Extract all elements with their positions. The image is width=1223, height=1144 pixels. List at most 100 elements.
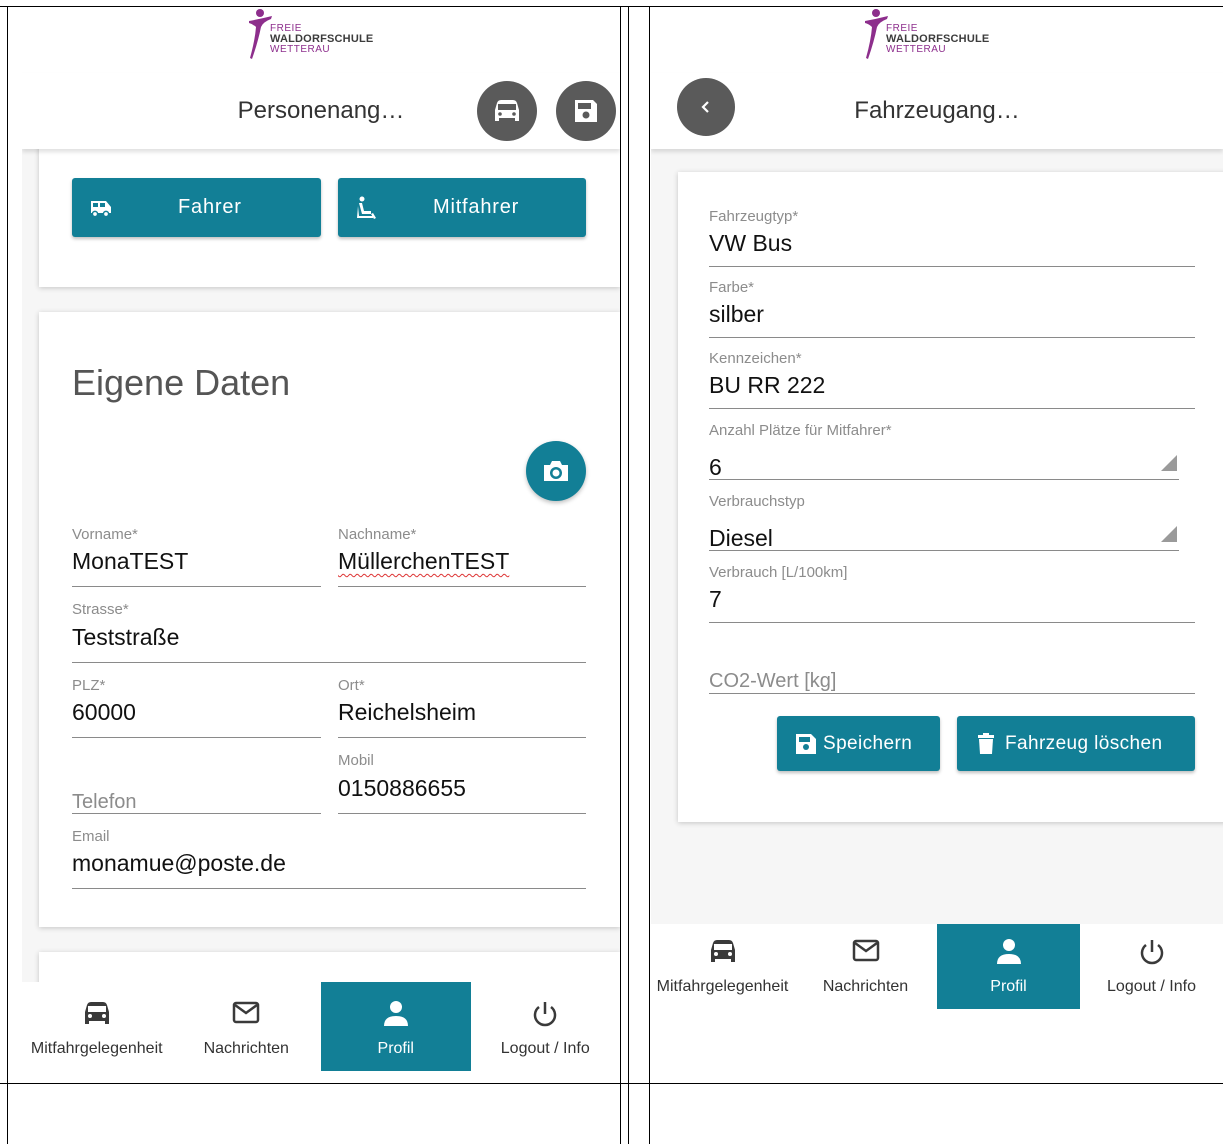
chevron-left-icon <box>701 101 709 113</box>
car-icon <box>710 940 735 962</box>
city-field[interactable]: Ort* Reichelsheim <box>338 674 586 738</box>
nav-item-rides[interactable]: Mitfahrgelegenheit <box>22 982 172 1083</box>
table-border-middle <box>0 1083 1223 1084</box>
delete-vehicle-button[interactable]: Fahrzeug löschen <box>957 716 1195 771</box>
save-round-button[interactable] <box>556 81 616 141</box>
street-value: Teststraße <box>72 624 180 650</box>
dropdown-triangle-icon <box>1161 526 1177 542</box>
nav-item-rides[interactable]: Mitfahrgelegenheit <box>651 924 794 1009</box>
app-bar: Personenang… <box>22 73 620 149</box>
color-field[interactable]: Farbe* silber <box>709 277 1195 338</box>
vehicle-type-label: Fahrzeugtyp* <box>709 208 799 225</box>
nav-item-logout[interactable]: Logout / Info <box>471 982 621 1083</box>
driver-button[interactable]: Fahrer <box>72 178 321 237</box>
fuel-type-select[interactable]: Verbrauchstyp Diesel <box>709 491 1179 551</box>
car-icon <box>84 1002 109 1024</box>
license-plate-label: Kennzeichen* <box>709 350 802 367</box>
phone-placeholder: Telefon <box>72 791 137 813</box>
email-label: Email <box>72 828 110 845</box>
color-value: silber <box>709 301 764 327</box>
mobile-field[interactable]: Mobil 0150886655 <box>338 749 586 814</box>
zip-field[interactable]: PLZ* 60000 <box>72 674 321 738</box>
city-value: Reichelsheim <box>338 699 477 725</box>
trash-icon <box>978 732 994 754</box>
person-icon <box>383 1001 408 1026</box>
color-label: Farbe* <box>709 279 755 296</box>
vehicle-type-value: VW Bus <box>709 230 793 256</box>
save-button[interactable]: Speichern <box>777 716 940 771</box>
nav-label-profile: Profil <box>990 978 1027 995</box>
passenger-button-label: Mitfahrer <box>433 196 520 218</box>
nav-label-profile: Profil <box>377 1040 414 1057</box>
dropdown-triangle-icon <box>1161 455 1177 471</box>
consumption-value: 7 <box>709 586 722 612</box>
person-icon <box>996 939 1021 964</box>
delete-vehicle-button-label: Fahrzeug löschen <box>1005 732 1163 754</box>
vehicle-button[interactable] <box>477 81 537 141</box>
photo-button[interactable] <box>526 441 586 501</box>
screen-person-profile: FREIE WALDORFSCHULE WETTERAU Personenang… <box>22 7 620 1083</box>
power-icon <box>1140 940 1163 965</box>
passenger-button[interactable]: Mitfahrer <box>338 178 586 237</box>
fuel-type-label: Verbrauchstyp <box>709 493 805 510</box>
last-name-label: Nachname* <box>338 526 417 543</box>
school-logo: FREIE WALDORFSCHULE WETTERAU <box>22 7 620 73</box>
city-label: Ort* <box>338 677 365 694</box>
consumption-label: Verbrauch [L/100km] <box>709 564 848 581</box>
table-border-col1 <box>620 6 621 1144</box>
consumption-field[interactable]: Verbrauch [L/100km] 7 <box>709 562 1195 623</box>
nav-label-messages: Nachrichten <box>203 1040 289 1057</box>
mail-icon <box>233 1001 260 1024</box>
nav-label-rides: Mitfahrgelegenheit <box>30 1040 163 1057</box>
bottom-nav: Mitfahrgelegenheit Nachrichten Profil Lo… <box>651 924 1223 1083</box>
first-name-value: MonaTEST <box>72 548 189 574</box>
page-title: Personenang… <box>237 97 405 124</box>
bottom-nav: Mitfahrgelegenheit Nachrichten Profil Lo… <box>22 982 620 1083</box>
nav-item-profile[interactable]: Profil <box>937 924 1080 1009</box>
vehicle-type-field[interactable]: Fahrzeugtyp* VW Bus <box>709 206 1195 267</box>
license-plate-value: BU RR 222 <box>709 372 826 398</box>
last-name-value: MüllerchenTEST <box>338 548 510 574</box>
mobile-label: Mobil <box>338 752 374 769</box>
email-value: monamue@poste.de <box>72 850 286 876</box>
mobile-value: 0150886655 <box>338 775 466 801</box>
co2-field[interactable]: CO2-Wert [kg] <box>709 637 1195 694</box>
camera-icon <box>544 461 568 481</box>
page-title: Fahrzeugang… <box>854 97 1020 124</box>
logo-text-wetterau: WETTERAU <box>270 44 331 55</box>
nav-label-rides: Mitfahrgelegenheit <box>656 978 789 995</box>
nav-item-logout[interactable]: Logout / Info <box>1080 924 1223 1009</box>
last-name-field[interactable]: Nachname* MüllerchenTEST <box>338 523 586 587</box>
floppy-disk-icon <box>796 733 816 754</box>
school-logo: FREIE WALDORFSCHULE WETTERAU <box>651 7 1223 73</box>
nav-item-messages[interactable]: Nachrichten <box>794 924 937 1009</box>
seats-value: 6 <box>709 454 722 480</box>
co2-placeholder: CO2-Wert [kg] <box>709 670 837 692</box>
car-icon <box>495 100 519 121</box>
street-field[interactable]: Strasse* Teststraße <box>72 598 586 663</box>
fuel-type-value: Diesel <box>709 525 773 551</box>
logo-text-wetterau: WETTERAU <box>886 44 947 55</box>
nav-label-messages: Nachrichten <box>822 978 909 995</box>
first-name-label: Vorname* <box>72 526 138 543</box>
mail-icon <box>852 939 879 962</box>
table-border-col2 <box>628 6 629 1144</box>
nav-item-messages[interactable]: Nachrichten <box>172 982 322 1083</box>
section-title: Eigene Daten <box>72 362 291 403</box>
screen-vehicle-details: FREIE WALDORFSCHULE WETTERAU Fahrzeugang… <box>651 7 1223 1083</box>
back-button[interactable] <box>677 78 735 136</box>
zip-label: PLZ* <box>72 677 106 694</box>
email-field[interactable]: Email monamue@poste.de <box>72 825 586 889</box>
nav-label-logout: Logout / Info <box>1107 978 1196 995</box>
first-name-field[interactable]: Vorname* MonaTEST <box>72 523 321 587</box>
street-label: Strasse* <box>72 601 129 618</box>
nav-item-profile[interactable]: Profil <box>321 982 471 1071</box>
seats-select[interactable]: Anzahl Plätze für Mitfahrer* 6 <box>709 420 1179 480</box>
license-plate-field[interactable]: Kennzeichen* BU RR 222 <box>709 348 1195 409</box>
bus-icon <box>91 200 111 217</box>
table-border-left <box>7 6 8 1144</box>
seat-passenger-icon <box>357 196 376 219</box>
power-icon <box>534 1002 557 1027</box>
zip-value: 60000 <box>72 699 136 725</box>
phone-field[interactable]: Telefon <box>72 749 321 814</box>
